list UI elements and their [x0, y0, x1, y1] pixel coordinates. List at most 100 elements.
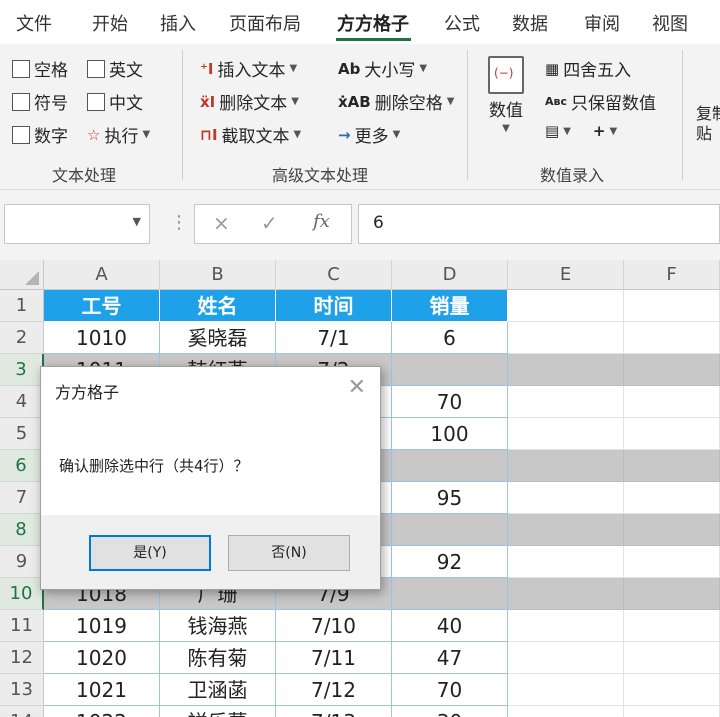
- table-cell[interactable]: 7/13: [276, 706, 392, 717]
- row-header[interactable]: 2: [0, 322, 44, 354]
- row-header[interactable]: 12: [0, 642, 44, 674]
- row-header[interactable]: 4: [0, 386, 44, 418]
- format-dropdown[interactable]: ▤ ▼ + ▼: [545, 122, 617, 140]
- table-header-cell[interactable]: 姓名: [160, 290, 276, 322]
- row-header[interactable]: 14: [0, 706, 44, 717]
- tab-file[interactable]: 文件: [16, 10, 52, 36]
- partial-button[interactable]: 复制 贴: [696, 104, 720, 144]
- empty-cell[interactable]: [508, 514, 624, 546]
- table-cell[interactable]: 47: [392, 642, 508, 674]
- table-cell[interactable]: 95: [392, 482, 508, 514]
- row-header[interactable]: 5: [0, 418, 44, 450]
- empty-cell[interactable]: [508, 386, 624, 418]
- table-cell[interactable]: 70: [392, 674, 508, 706]
- column-header[interactable]: D: [392, 260, 508, 290]
- tab-view[interactable]: 视图: [652, 10, 688, 36]
- empty-cell[interactable]: [624, 418, 720, 450]
- table-cell[interactable]: 陈有菊: [160, 642, 276, 674]
- table-header-cell[interactable]: 时间: [276, 290, 392, 322]
- empty-cell[interactable]: [624, 514, 720, 546]
- case-button[interactable]: Ab 大小写 ▼: [338, 56, 427, 82]
- empty-cell[interactable]: [624, 674, 720, 706]
- empty-cell[interactable]: [508, 450, 624, 482]
- tab-page-layout[interactable]: 页面布局: [229, 10, 301, 36]
- empty-cell[interactable]: [624, 578, 720, 610]
- row-header[interactable]: 3: [0, 354, 44, 386]
- row-header[interactable]: 6: [0, 450, 44, 482]
- empty-cell[interactable]: [624, 450, 720, 482]
- table-cell[interactable]: [392, 450, 508, 482]
- empty-cell[interactable]: [624, 482, 720, 514]
- row-header[interactable]: 8: [0, 514, 44, 546]
- empty-cell[interactable]: [624, 610, 720, 642]
- yes-button[interactable]: 是(Y): [89, 535, 211, 571]
- row-header[interactable]: 9: [0, 546, 44, 578]
- row-header[interactable]: 7: [0, 482, 44, 514]
- checkbox-chinese[interactable]: 中文: [87, 89, 143, 114]
- table-header-cell[interactable]: 工号: [44, 290, 160, 322]
- more-button[interactable]: → 更多 ▼: [338, 122, 400, 148]
- column-header[interactable]: C: [276, 260, 392, 290]
- empty-cell[interactable]: [624, 706, 720, 717]
- row-header[interactable]: 10: [0, 578, 44, 610]
- table-cell[interactable]: [392, 578, 508, 610]
- insert-text-button[interactable]: ⁺I 插入文本 ▼: [200, 56, 297, 82]
- empty-cell[interactable]: [508, 354, 624, 386]
- empty-cell[interactable]: [508, 546, 624, 578]
- table-header-cell[interactable]: 销量: [392, 290, 508, 322]
- no-button[interactable]: 否(N): [228, 535, 350, 571]
- table-cell[interactable]: 1022: [44, 706, 160, 717]
- table-cell[interactable]: [392, 514, 508, 546]
- checkbox-number[interactable]: 数字: [12, 122, 68, 147]
- table-cell[interactable]: 92: [392, 546, 508, 578]
- row-header[interactable]: 1: [0, 290, 44, 322]
- tab-fangfang[interactable]: 方方格子: [337, 10, 409, 36]
- empty-cell[interactable]: [624, 642, 720, 674]
- cancel-icon[interactable]: ×: [213, 211, 230, 235]
- name-box[interactable]: ▼: [4, 204, 150, 244]
- table-cell[interactable]: 1021: [44, 674, 160, 706]
- empty-cell[interactable]: [508, 610, 624, 642]
- row-header[interactable]: 11: [0, 610, 44, 642]
- table-cell[interactable]: 100: [392, 418, 508, 450]
- remove-spaces-button[interactable]: ẋAB 删除空格 ▼: [338, 89, 454, 115]
- tab-data[interactable]: 数据: [512, 10, 548, 36]
- table-cell[interactable]: 1010: [44, 322, 160, 354]
- empty-cell[interactable]: [624, 546, 720, 578]
- execute-button[interactable]: ☆ 执行 ▼: [87, 122, 150, 148]
- table-cell[interactable]: 钱海燕: [160, 610, 276, 642]
- empty-cell[interactable]: [508, 674, 624, 706]
- empty-cell[interactable]: [624, 290, 720, 322]
- close-icon[interactable]: ✕: [348, 375, 366, 400]
- table-cell[interactable]: 祥乐蕾: [160, 706, 276, 717]
- table-cell[interactable]: [392, 354, 508, 386]
- delete-text-button[interactable]: ẍI 删除文本 ▼: [200, 89, 299, 115]
- column-header[interactable]: E: [508, 260, 624, 290]
- value-button[interactable]: (−) 数值 ▼: [488, 56, 524, 134]
- table-cell[interactable]: 卫涵菡: [160, 674, 276, 706]
- table-cell[interactable]: 70: [392, 386, 508, 418]
- tab-insert[interactable]: 插入: [160, 10, 196, 36]
- column-header[interactable]: F: [624, 260, 720, 290]
- table-cell[interactable]: 7/11: [276, 642, 392, 674]
- table-cell[interactable]: 奚晓磊: [160, 322, 276, 354]
- tab-formulas[interactable]: 公式: [444, 10, 480, 36]
- checkbox-english[interactable]: 英文: [87, 56, 143, 81]
- table-cell[interactable]: 7/12: [276, 674, 392, 706]
- column-header[interactable]: B: [160, 260, 276, 290]
- table-cell[interactable]: 30: [392, 706, 508, 717]
- table-cell[interactable]: 7/10: [276, 610, 392, 642]
- select-all-corner[interactable]: [0, 260, 44, 290]
- extract-text-button[interactable]: ⊓I 截取文本 ▼: [200, 122, 301, 148]
- empty-cell[interactable]: [624, 322, 720, 354]
- empty-cell[interactable]: [508, 418, 624, 450]
- fx-icon[interactable]: fx: [313, 211, 330, 232]
- empty-cell[interactable]: [508, 290, 624, 322]
- table-cell[interactable]: 7/1: [276, 322, 392, 354]
- keep-values-button[interactable]: Aʙc 只保留数值: [545, 89, 656, 114]
- empty-cell[interactable]: [508, 322, 624, 354]
- empty-cell[interactable]: [508, 706, 624, 717]
- column-header[interactable]: A: [44, 260, 160, 290]
- confirm-icon[interactable]: ✓: [261, 211, 278, 235]
- checkbox-space[interactable]: 空格: [12, 56, 68, 81]
